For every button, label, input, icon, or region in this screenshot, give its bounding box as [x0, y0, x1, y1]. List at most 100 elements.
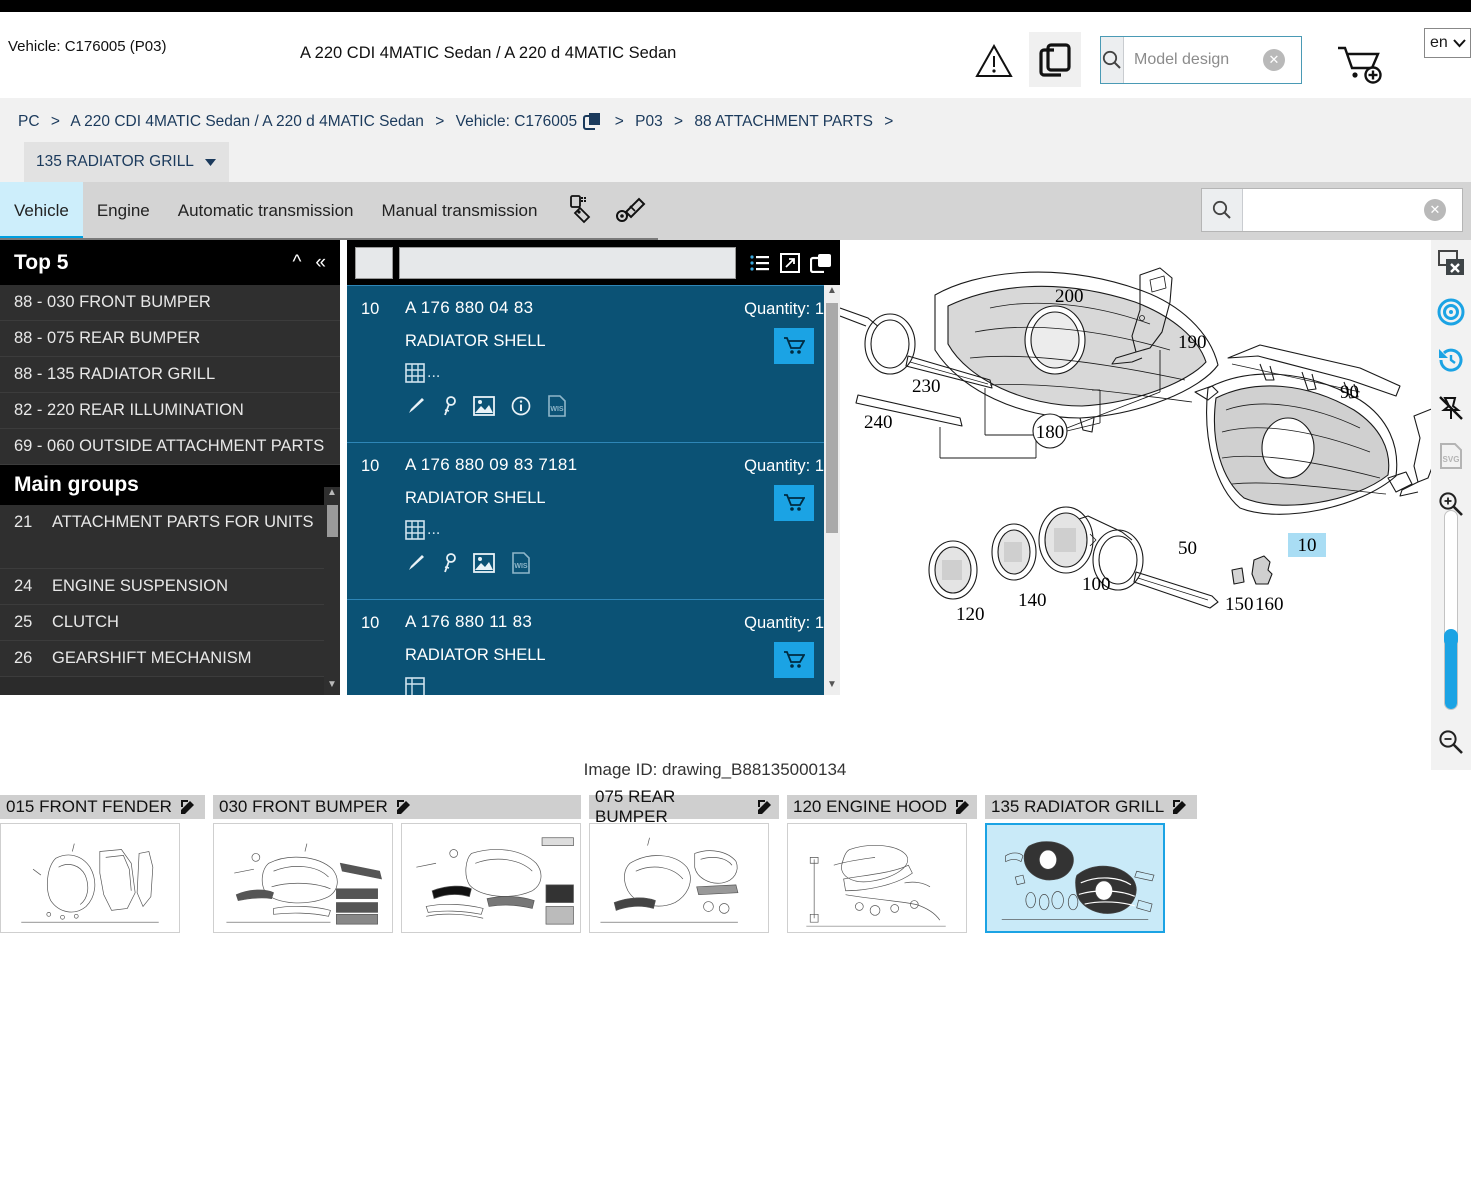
unpin-icon[interactable] [1431, 384, 1471, 432]
image-icon[interactable] [473, 396, 495, 416]
tool-wrench-icon[interactable] [615, 194, 647, 229]
parts-filter-input[interactable] [399, 246, 736, 279]
thumbnail-group-label[interactable]: 120 ENGINE HOOD [787, 795, 977, 819]
callout-label-10: 10 [1298, 535, 1317, 556]
thumbnail-image-selected[interactable] [985, 823, 1165, 933]
parts-filter-prefix-box[interactable] [355, 246, 393, 279]
breadcrumb-separator: > [435, 113, 445, 130]
top5-item-4[interactable]: 69 - 060 OUTSIDE ATTACHMENT PARTS [0, 429, 340, 465]
thumbnail-group-label[interactable]: 075 REAR BUMPER [589, 787, 779, 826]
collapse-left-icon[interactable]: « [315, 252, 326, 274]
scroll-down-arrow-icon[interactable]: ▼ [824, 679, 840, 695]
search-icon[interactable] [1101, 37, 1124, 83]
edit-icon[interactable] [180, 799, 196, 815]
top5-item-2[interactable]: 88 - 135 RADIATOR GRILL [0, 357, 340, 393]
add-part-to-cart-button[interactable] [774, 328, 814, 364]
thumbnail-image[interactable] [401, 823, 581, 933]
vehicle-description-label: A 220 CDI 4MATIC Sedan / A 220 d 4MATIC … [300, 44, 677, 62]
part-row[interactable]: 10 A 176 880 11 83 RADIATOR SHELL Quanti… [347, 599, 840, 695]
edit-icon[interactable] [1172, 799, 1188, 815]
thumbnail-image[interactable] [213, 823, 393, 933]
thumbnail-label-text: 120 ENGINE HOOD [793, 797, 947, 816]
scroll-down-arrow-icon[interactable]: ▼ [324, 679, 340, 695]
list-view-icon[interactable] [750, 254, 770, 272]
tab-manual-transmission[interactable]: Manual transmission [368, 182, 552, 240]
breadcrumb-item-4[interactable]: 88 ATTACHMENT PARTS [694, 113, 873, 130]
clear-parts-search-icon[interactable]: ✕ [1424, 199, 1446, 221]
thumbnail-group-label[interactable]: 015 FRONT FENDER [0, 795, 205, 819]
add-to-cart-header-icon[interactable] [1335, 42, 1387, 89]
parts-list-body[interactable]: 10 A 176 880 04 83 RADIATOR SHELL ... WI… [347, 285, 840, 695]
scrollbar-thumb[interactable] [327, 505, 338, 537]
expand-fullscreen-icon[interactable] [780, 252, 800, 273]
close-window-icon[interactable] [1431, 240, 1471, 288]
tab-vehicle[interactable]: Vehicle [0, 182, 83, 240]
zoom-out-icon[interactable] [1431, 718, 1471, 766]
top5-item-3[interactable]: 82 - 220 REAR ILLUMINATION [0, 393, 340, 429]
search-icon[interactable] [1202, 189, 1243, 231]
info-circle-icon[interactable] [511, 396, 531, 416]
breadcrumb-current-dropdown[interactable]: 135 RADIATOR GRILL [24, 142, 229, 182]
main-group-item-24[interactable]: 24 ENGINE SUSPENSION [0, 569, 340, 605]
wis-document-icon[interactable]: WIS [511, 552, 531, 574]
model-designation-search[interactable]: ✕ [1100, 36, 1351, 84]
parts-diagram-viewer[interactable]: 10 200 190 230 240 180 90 50 100 140 120… [840, 240, 1431, 695]
scroll-up-arrow-icon[interactable]: ▲ [824, 285, 840, 301]
part-quantity: Quantity: 1 [744, 457, 824, 475]
exploded-parts-drawing[interactable]: 10 200 190 230 240 180 90 50 100 140 120… [840, 240, 1431, 695]
svg-export-icon[interactable]: SVG [1431, 432, 1471, 480]
copy-list-icon[interactable] [810, 253, 832, 273]
paint-brush-icon[interactable] [405, 553, 425, 573]
thumbnail-image[interactable] [0, 823, 180, 933]
top5-item-0[interactable]: 88 - 030 FRONT BUMPER [0, 285, 340, 321]
thumbnail-group-label[interactable]: 135 RADIATOR GRILL [985, 795, 1197, 819]
parts-search-box[interactable]: ✕ [1201, 188, 1463, 232]
main-group-item-25[interactable]: 25 CLUTCH [0, 605, 340, 641]
key-icon[interactable] [441, 396, 457, 416]
add-part-to-cart-button[interactable] [774, 485, 814, 521]
breadcrumb-item-1[interactable]: A 220 CDI 4MATIC Sedan / A 220 d 4MATIC … [70, 113, 424, 130]
thumbnail-group-label[interactable]: 030 FRONT BUMPER [213, 795, 581, 819]
image-icon[interactable] [473, 553, 495, 573]
part-table-toggle[interactable] [405, 677, 826, 695]
edit-icon[interactable] [955, 799, 971, 815]
thumbnail-image[interactable] [787, 823, 967, 933]
edit-icon[interactable] [396, 799, 412, 815]
warning-icon[interactable] [975, 43, 1013, 83]
breadcrumb-copy-icon[interactable] [583, 110, 601, 142]
scroll-up-arrow-icon[interactable]: ▲ [324, 487, 340, 503]
top5-item-1[interactable]: 88 - 075 REAR BUMPER [0, 321, 340, 357]
key-icon[interactable] [441, 553, 457, 573]
part-table-toggle[interactable]: ... [405, 520, 826, 540]
breadcrumb-item-2[interactable]: Vehicle: C176005 [456, 113, 578, 130]
wis-document-icon[interactable]: WIS [547, 395, 567, 417]
zoom-slider[interactable] [1444, 510, 1458, 710]
tab-automatic-transmission[interactable]: Automatic transmission [164, 182, 368, 240]
zoom-slider-handle[interactable] [1444, 629, 1458, 647]
breadcrumb-item-0[interactable]: PC [18, 113, 40, 130]
main-groups-scrollbar[interactable]: ▲ ▼ [324, 487, 340, 695]
thumbnail-image[interactable] [589, 823, 769, 933]
target-icon[interactable] [1431, 288, 1471, 336]
breadcrumb-item-3[interactable]: P03 [635, 113, 663, 130]
scrollbar-thumb[interactable] [826, 303, 838, 533]
edit-icon[interactable] [757, 799, 773, 815]
parts-list-scrollbar[interactable]: ▲ ▼ [824, 285, 840, 695]
add-part-to-cart-button[interactable] [774, 642, 814, 678]
paint-brush-icon[interactable] [405, 396, 425, 416]
paint-code-icon[interactable] [567, 194, 597, 229]
language-selector[interactable]: en [1424, 28, 1471, 58]
main-group-item-21[interactable]: 21 ATTACHMENT PARTS FOR UNITS [0, 505, 340, 569]
tab-extra-icons [551, 182, 647, 240]
callout-label-120: 120 [956, 604, 985, 625]
collapse-up-icon[interactable]: ^ [293, 252, 302, 274]
tab-engine[interactable]: Engine [83, 182, 164, 240]
history-undo-icon[interactable] [1431, 336, 1471, 384]
part-row[interactable]: 10 A 176 880 09 83 7181 RADIATOR SHELL .… [347, 442, 840, 599]
copy-documents-button[interactable] [1029, 32, 1081, 87]
model-search-input[interactable] [1124, 37, 1351, 83]
main-group-item-26[interactable]: 26 GEARSHIFT MECHANISM [0, 641, 340, 677]
clear-model-search-icon[interactable]: ✕ [1263, 49, 1285, 71]
part-table-toggle[interactable]: ... [405, 363, 826, 383]
part-row[interactable]: 10 A 176 880 04 83 RADIATOR SHELL ... WI… [347, 285, 840, 442]
